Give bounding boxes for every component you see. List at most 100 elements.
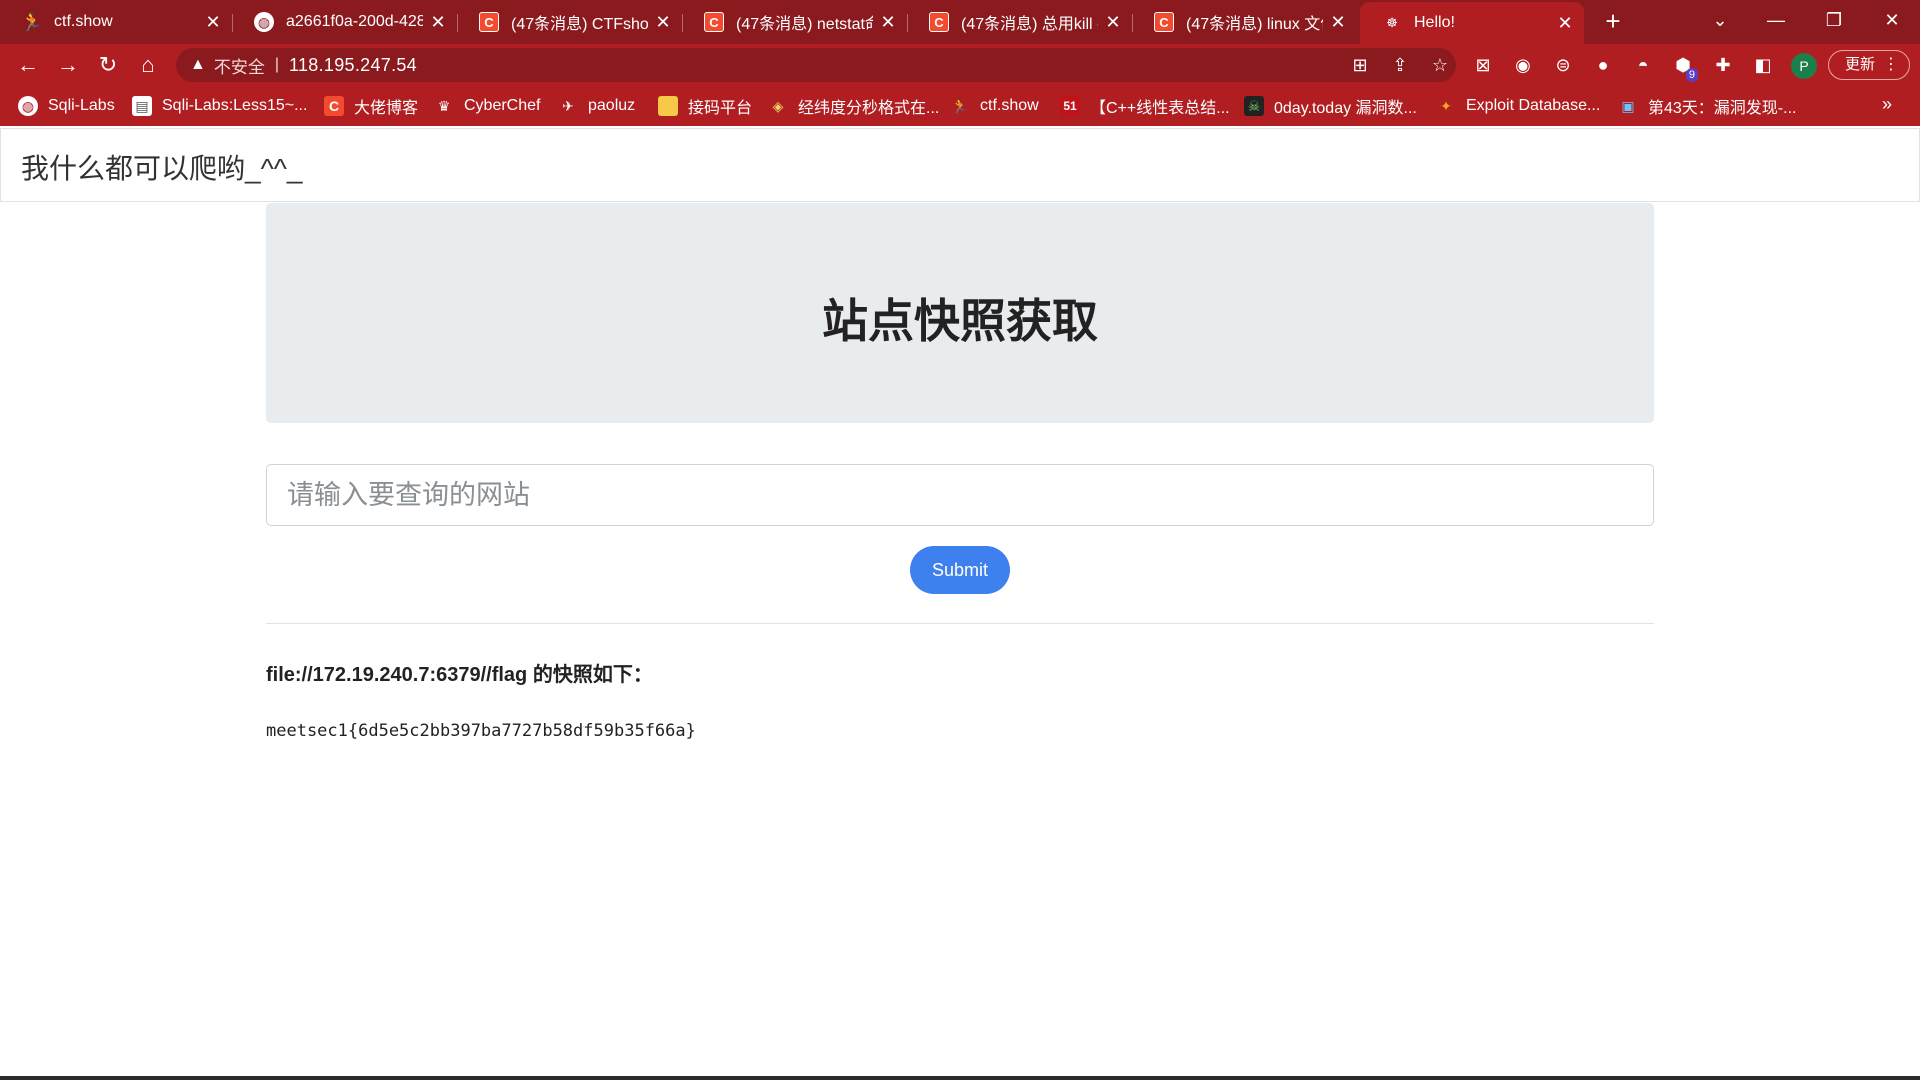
tab-title: Hello! xyxy=(1414,14,1455,31)
csdn-icon: C xyxy=(479,12,499,32)
jumbotron: 站点快照获取 xyxy=(266,203,1654,423)
bookmark-label: 经纬度分秒格式在... xyxy=(798,100,940,117)
bookmark-item[interactable]: ◈ 经纬度分秒格式在... xyxy=(768,94,940,118)
51-icon: 51 xyxy=(1060,96,1080,116)
bookmark-item[interactable]: 51 【C++线性表总结... xyxy=(1060,94,1230,118)
site-brand[interactable]: 我什么都可以爬哟_^^_ xyxy=(21,147,302,187)
menu-dots-icon[interactable]: ⋮ xyxy=(1883,51,1899,78)
submit-button[interactable]: Submit xyxy=(910,546,1010,594)
page-title: 站点快照获取 xyxy=(822,295,1098,347)
bilibili-icon: ▣ xyxy=(1621,98,1635,114)
folder-icon xyxy=(658,96,678,116)
tab-csdn-kill[interactable]: C (47条消息) 总用kill -9 ✕ xyxy=(907,4,1132,40)
tab-a2661f0a[interactable]: ◍ a2661f0a-200d-428 ✕ xyxy=(232,4,457,40)
bookmark-label: Sqli-Labs xyxy=(48,97,115,114)
chef-icon: ♛ xyxy=(437,98,451,114)
result-heading: file://172.19.240.7:6379//flag 的快照如下： xyxy=(266,664,653,686)
csdn-icon: C xyxy=(324,96,344,116)
record-extension-icon[interactable]: ◉ xyxy=(1508,50,1538,80)
reload-button[interactable]: ↻ xyxy=(92,49,124,81)
circle-extension-icon[interactable]: ● xyxy=(1588,50,1618,80)
warning-icon[interactable]: ▲ xyxy=(190,56,206,74)
bookmark-item[interactable]: ✈ paoluz xyxy=(558,94,635,118)
translate-icon[interactable]: ⊞ xyxy=(1344,48,1376,82)
tab-strip: 🏃 ctf.show ✕ ◍ a2661f0a-200d-428 ✕ C (47… xyxy=(0,0,1920,44)
home-button[interactable]: ⌂ xyxy=(132,49,164,81)
csdn-icon: C xyxy=(929,12,949,32)
plane-icon: ✈ xyxy=(562,98,574,114)
close-icon[interactable]: ✕ xyxy=(654,12,672,33)
extension-badge: 9 xyxy=(1685,68,1698,82)
globe-icon: ◍ xyxy=(18,96,38,116)
page-icon: ▤ xyxy=(132,96,152,116)
tab-hello-active[interactable]: ☸ Hello! ✕ xyxy=(1360,2,1584,44)
bookmark-item[interactable]: ▤ Sqli-Labs:Less15~... xyxy=(132,94,307,118)
hat-extension-icon[interactable]: ◓ xyxy=(1628,50,1658,80)
proxy-extension-icon[interactable]: ⊜ xyxy=(1548,50,1578,80)
bookmark-item[interactable]: ✦ Exploit Database... xyxy=(1436,94,1600,118)
bookmark-label: 0day.today 漏洞数... xyxy=(1274,100,1417,117)
url-query-input[interactable] xyxy=(266,464,1654,526)
restore-button[interactable]: ❐ xyxy=(1814,6,1854,34)
tab-csdn-netstat[interactable]: C (47条消息) netstat命 ✕ xyxy=(682,4,907,40)
runner-icon: 🏃 xyxy=(951,98,969,114)
minimize-button[interactable]: — xyxy=(1756,6,1796,34)
google-translate-extension-icon[interactable]: ⊠ xyxy=(1468,50,1498,80)
bookmark-label: Exploit Database... xyxy=(1466,97,1601,114)
address-url[interactable]: 118.195.247.54 xyxy=(289,55,417,76)
bookmark-item[interactable]: ▣ 第43天：漏洞发现-... xyxy=(1618,94,1796,118)
bookmarks-more-button[interactable]: » xyxy=(1882,94,1892,115)
tab-title: (47条消息) CTFshow xyxy=(511,16,648,33)
bookmark-item[interactable]: ☠ 0day.today 漏洞数... xyxy=(1244,94,1417,118)
divider xyxy=(266,623,1654,624)
skull-icon: ☠ xyxy=(1244,96,1264,116)
bookmark-star-icon[interactable]: ☆ xyxy=(1424,48,1456,82)
csdn-icon: C xyxy=(704,12,724,32)
close-icon[interactable]: ✕ xyxy=(1329,12,1347,33)
globe-icon: ◍ xyxy=(254,12,274,32)
close-icon[interactable]: ✕ xyxy=(879,12,897,33)
close-icon[interactable]: ✕ xyxy=(1104,12,1122,33)
bookmark-item[interactable]: ◍ Sqli-Labs xyxy=(18,94,115,118)
close-icon[interactable]: ✕ xyxy=(429,12,447,33)
bookmark-label: 大佬博客 xyxy=(354,100,419,117)
tab-ctfshow[interactable]: 🏃 ctf.show ✕ xyxy=(0,4,232,40)
side-panel-icon[interactable]: ◧ xyxy=(1748,50,1778,80)
bookmark-item[interactable]: C 大佬博客 xyxy=(324,94,418,118)
bookmark-label: Sqli-Labs:Less15~... xyxy=(162,97,308,114)
compass-icon: ◈ xyxy=(772,98,784,114)
update-button[interactable]: 更新 ⋮ xyxy=(1828,50,1910,80)
window-close-button[interactable]: ✕ xyxy=(1872,6,1912,34)
new-tab-button[interactable]: + xyxy=(1597,8,1629,36)
tab-title: a2661f0a-200d-428 xyxy=(286,13,423,30)
close-icon[interactable]: ✕ xyxy=(1556,13,1574,34)
bookmark-item[interactable]: 接码平台 xyxy=(658,94,752,118)
tab-title: (47条消息) 总用kill -9 xyxy=(961,16,1098,33)
csdn-icon: C xyxy=(1154,12,1174,32)
back-button[interactable]: ← xyxy=(12,49,44,81)
bookmark-label: ctf.show xyxy=(980,97,1039,114)
bookmark-item[interactable]: ♛ CyberChef xyxy=(434,94,541,118)
close-icon[interactable]: ✕ xyxy=(204,12,222,33)
tab-title: ctf.show xyxy=(54,13,113,30)
tab-title: (47条消息) linux 文件 xyxy=(1186,16,1323,33)
badge-extension-icon[interactable]: ⬢ 9 xyxy=(1668,50,1698,82)
share-icon[interactable]: ⇪ xyxy=(1384,48,1416,82)
tab-title: (47条消息) netstat命 xyxy=(736,16,873,33)
bookmark-label: 【C++线性表总结... xyxy=(1090,100,1230,117)
address-bar[interactable]: ▲ 不安全 | 118.195.247.54 ⊞ ⇪ ☆ xyxy=(176,48,1456,82)
bookmark-label: CyberChef xyxy=(464,97,541,114)
profile-avatar[interactable]: P xyxy=(1791,53,1817,79)
address-separator: | xyxy=(274,56,279,73)
puzzle-extensions-icon[interactable]: ✚ xyxy=(1708,50,1738,80)
tab-csdn-ctfshow[interactable]: C (47条消息) CTFshow ✕ xyxy=(457,4,682,40)
site-navbar: 我什么都可以爬哟_^^_ xyxy=(0,128,1920,202)
forward-button[interactable]: → xyxy=(52,49,84,81)
bookmark-item[interactable]: 🏃 ctf.show xyxy=(950,94,1039,118)
update-label: 更新 xyxy=(1845,56,1876,73)
result-content: meetsec1{6d5e5c2bb397ba7727b58df59b35f66… xyxy=(266,721,696,741)
security-label: 不安全 xyxy=(213,57,265,77)
taskbar-edge xyxy=(0,1076,1920,1080)
tab-csdn-linux[interactable]: C (47条消息) linux 文件 ✕ xyxy=(1132,4,1357,40)
tab-search-chevron-icon[interactable]: ⌄ xyxy=(1700,6,1740,34)
